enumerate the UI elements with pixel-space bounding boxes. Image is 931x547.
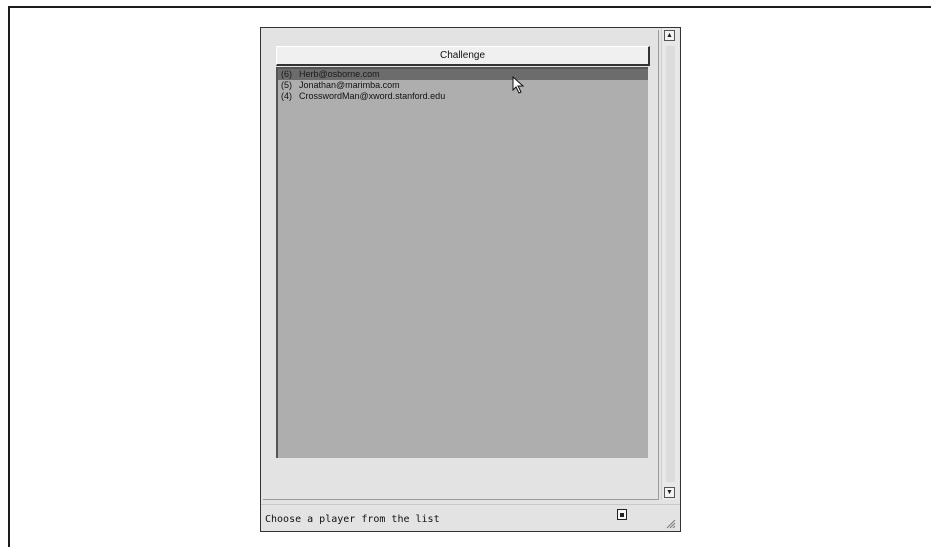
scroll-track[interactable] bbox=[666, 46, 675, 482]
document-icon[interactable] bbox=[617, 509, 627, 520]
player-name: CrosswordMan@xword.stanford.edu bbox=[299, 91, 446, 101]
challenge-window: Challenge (6) Herb@osborne.com (5) Jonatha… bbox=[260, 27, 681, 532]
resize-grip-icon[interactable] bbox=[664, 517, 676, 529]
challenge-button[interactable]: Challenge bbox=[276, 46, 650, 66]
mouse-pointer-icon bbox=[512, 76, 525, 94]
player-rank: (5) bbox=[281, 80, 292, 90]
status-message: Choose a player from the list bbox=[265, 514, 440, 525]
scroll-up-arrow-icon[interactable]: ▲ bbox=[664, 30, 675, 41]
player-rank: (4) bbox=[281, 91, 292, 101]
vertical-scrollbar[interactable]: ▲ ▼ bbox=[661, 28, 679, 500]
player-name: Jonathan@marimba.com bbox=[299, 80, 400, 90]
status-bar: Choose a player from the list bbox=[261, 504, 680, 531]
list-item[interactable]: (5) Jonathan@marimba.com bbox=[278, 80, 648, 91]
scroll-down-arrow-icon[interactable]: ▼ bbox=[664, 487, 675, 498]
player-rank: (6) bbox=[281, 69, 292, 79]
list-item[interactable]: (4) CrosswordMan@xword.stanford.edu bbox=[278, 91, 648, 102]
player-name: Herb@osborne.com bbox=[299, 69, 380, 79]
player-list[interactable]: (6) Herb@osborne.com (5) Jonathan@marimba.… bbox=[276, 67, 648, 458]
list-item[interactable]: (6) Herb@osborne.com bbox=[278, 69, 648, 80]
